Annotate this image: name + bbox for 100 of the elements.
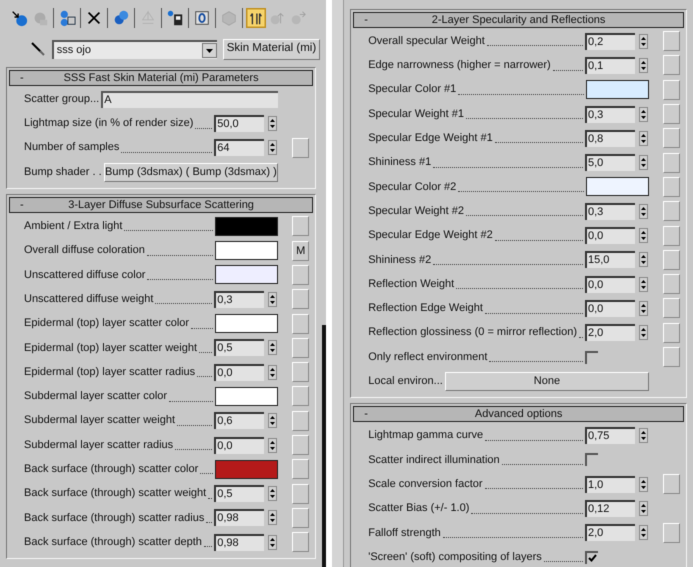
assign-spheres-icon[interactable] — [58, 9, 76, 27]
rollout-header[interactable]: - 2-Layer Specularity and Reflections — [353, 12, 684, 28]
spinner-arrows-icon[interactable] — [639, 300, 648, 316]
number-field[interactable]: 0,3 — [585, 106, 635, 123]
zero-icon[interactable] — [193, 9, 211, 27]
map-button[interactable] — [663, 322, 680, 343]
map-button[interactable] — [292, 264, 310, 285]
eyedropper-icon[interactable] — [30, 41, 46, 57]
spinner-arrows-icon[interactable] — [268, 413, 278, 428]
map-button[interactable] — [292, 508, 310, 528]
spinner-arrows-icon[interactable] — [268, 438, 278, 452]
collapse-toggle[interactable]: - — [10, 72, 34, 84]
spinner-arrows-icon[interactable] — [639, 228, 648, 244]
chain-icon[interactable] — [112, 9, 130, 27]
number-field[interactable]: 0,6 — [214, 412, 264, 430]
map-button[interactable] — [663, 104, 680, 124]
spinner-arrows-icon[interactable] — [268, 340, 278, 356]
color-swatch[interactable] — [586, 177, 649, 196]
spinner-arrows-icon[interactable] — [639, 252, 648, 268]
spinner-arrows-icon[interactable] — [268, 510, 278, 526]
number-field[interactable]: 0,98 — [214, 509, 264, 526]
map-button[interactable] — [292, 435, 310, 455]
number-field[interactable]: 0,0 — [214, 364, 264, 381]
map-button[interactable]: Bump (3dsmax) ( Bump (3dsmax) ) — [104, 162, 278, 182]
map-button[interactable] — [292, 410, 310, 431]
spinner-arrows-icon[interactable] — [639, 325, 648, 340]
save-icon[interactable] — [166, 9, 184, 27]
collapse-toggle[interactable]: - — [354, 408, 378, 420]
rollout-header[interactable]: - Advanced options — [353, 406, 684, 422]
spinner-arrows-icon[interactable] — [639, 58, 648, 73]
scrollbar[interactable] — [322, 325, 326, 567]
material-dropdown[interactable]: sss ojo — [52, 40, 217, 58]
spinner-arrows-icon[interactable] — [268, 534, 278, 550]
map-button[interactable] — [663, 522, 680, 543]
spinner-arrows-icon[interactable] — [268, 116, 278, 131]
map-button[interactable] — [292, 362, 310, 382]
number-field[interactable]: 0,75 — [585, 427, 635, 444]
spinner-arrows-icon[interactable] — [639, 276, 648, 292]
color-swatch[interactable] — [215, 216, 278, 236]
number-field[interactable]: 0,98 — [214, 534, 264, 551]
spinner-arrows-icon[interactable] — [639, 130, 648, 146]
map-button[interactable] — [663, 152, 680, 173]
number-field[interactable]: 0,8 — [585, 130, 635, 147]
map-button[interactable] — [663, 201, 680, 222]
number-field[interactable]: 0,5 — [214, 485, 264, 502]
spinner-arrows-icon[interactable] — [639, 34, 648, 49]
map-button[interactable] — [292, 338, 310, 358]
map-button[interactable] — [663, 31, 680, 52]
map-button[interactable] — [663, 474, 680, 494]
spinner-arrows-icon[interactable] — [639, 204, 648, 219]
collapse-toggle[interactable]: - — [10, 200, 34, 211]
number-field[interactable]: 64 — [214, 139, 264, 156]
map-button[interactable] — [292, 459, 310, 480]
map-button[interactable] — [292, 484, 310, 504]
number-field[interactable]: 5,0 — [585, 154, 635, 172]
number-field[interactable]: 0,0 — [585, 227, 635, 244]
number-field[interactable]: 2,0 — [585, 524, 635, 542]
spinner-arrows-icon[interactable] — [639, 106, 648, 122]
color-swatch[interactable] — [215, 386, 278, 406]
spinner-arrows-icon[interactable] — [268, 364, 278, 380]
color-swatch[interactable] — [215, 265, 278, 284]
map-button[interactable] — [663, 128, 680, 148]
spinner-arrows-icon[interactable] — [268, 140, 278, 156]
spinner-arrows-icon[interactable] — [639, 155, 648, 170]
map-button[interactable] — [663, 298, 680, 318]
map-button[interactable]: M — [292, 240, 310, 261]
color-swatch[interactable] — [215, 314, 278, 334]
material-type-button[interactable]: Skin Material (mi) — [222, 38, 320, 60]
number-field[interactable]: 15,0 — [585, 251, 635, 268]
spinner-arrows-icon[interactable] — [639, 525, 648, 540]
map-button[interactable] — [663, 347, 680, 367]
number-field[interactable]: 0,2 — [585, 32, 635, 50]
color-swatch[interactable] — [586, 80, 649, 100]
rollout-header[interactable]: - SSS Fast Skin Material (mi) Parameters — [9, 70, 314, 86]
spinner-arrows-icon[interactable] — [639, 476, 648, 492]
number-field[interactable]: 0,0 — [214, 436, 264, 454]
color-swatch[interactable] — [215, 241, 278, 260]
number-field[interactable]: 1,0 — [585, 476, 635, 493]
number-field[interactable]: 0,12 — [585, 500, 635, 517]
map-button[interactable] — [663, 176, 680, 197]
rollout-header[interactable]: - 3-Layer Diffuse Subsurface Scattering — [9, 197, 314, 214]
number-field[interactable]: 2,0 — [585, 324, 635, 342]
map-button[interactable] — [292, 138, 310, 158]
number-field[interactable]: 0,0 — [585, 300, 635, 317]
spinner-arrows-icon[interactable] — [639, 428, 648, 444]
map-button[interactable] — [663, 80, 680, 100]
map-button[interactable] — [663, 250, 680, 270]
number-field[interactable]: 0,1 — [585, 56, 635, 74]
map-button[interactable] — [663, 226, 680, 246]
number-field[interactable]: 0,0 — [585, 276, 635, 293]
spinner-arrows-icon[interactable] — [639, 500, 648, 516]
number-field[interactable]: 0,3 — [214, 290, 264, 308]
number-field[interactable]: 0,5 — [214, 339, 264, 356]
bars-icon[interactable] — [247, 9, 265, 27]
sphere-arrow-icon[interactable] — [10, 9, 28, 27]
map-button[interactable] — [292, 216, 310, 236]
spinner-arrows-icon[interactable] — [268, 292, 278, 307]
map-button[interactable] — [292, 314, 310, 334]
spinner-arrows-icon[interactable] — [268, 486, 278, 502]
scrollbar-track[interactable] — [332, 0, 344, 567]
